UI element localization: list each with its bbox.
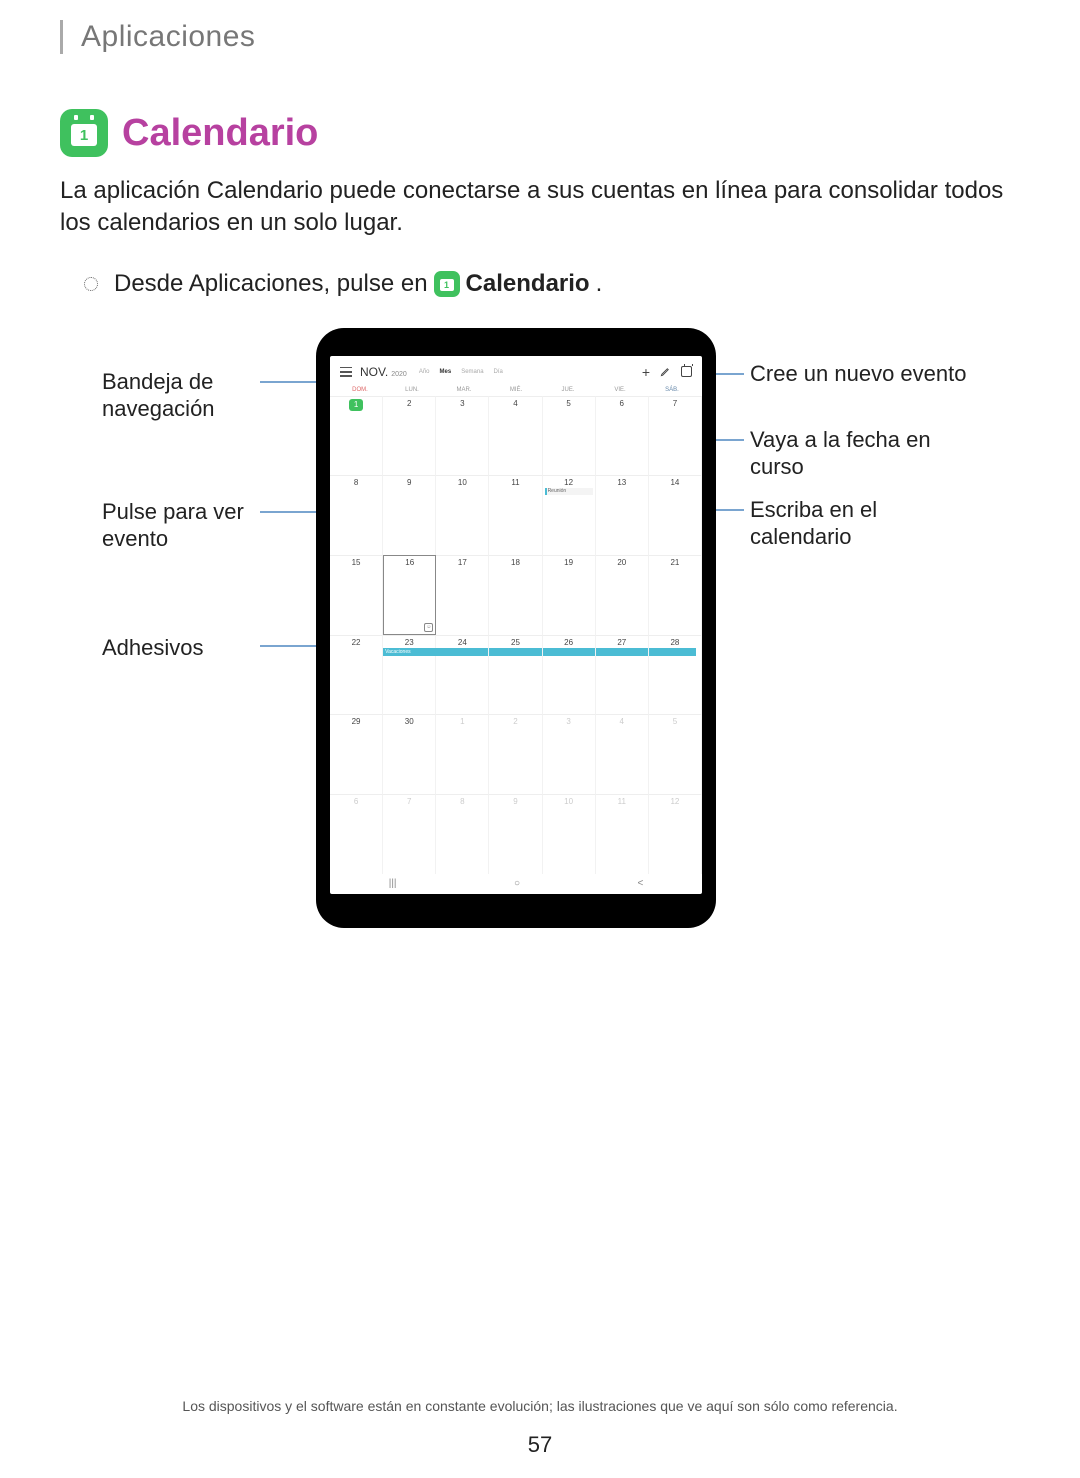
instruction-app: Calendario: [466, 270, 590, 298]
app-heading: 1 Calendario: [60, 109, 1020, 157]
instruction-prefix: Desde Aplicaciones, pulse en: [114, 270, 428, 298]
plus-icon[interactable]: [642, 364, 650, 380]
callout-tap-event: Pulse para ver evento: [102, 498, 282, 553]
weekday-wed: MIÉ.: [490, 387, 542, 393]
day-cell[interactable]: 15: [330, 555, 383, 635]
section-title: Aplicaciones: [81, 20, 1020, 54]
calendar-grid: 1 2 3 4 5 6 7 8 9 10 11 12Reunión 13 14: [330, 396, 702, 874]
callout-write-calendar: Escriba en el calendario: [750, 496, 970, 551]
day-cell[interactable]: 9: [489, 794, 542, 874]
android-navbar: ||| ○ <: [330, 874, 702, 894]
instruction-line: Desde Aplicaciones, pulse en 1 Calendari…: [84, 270, 1020, 298]
section-header: Aplicaciones: [60, 20, 1020, 54]
tab-month[interactable]: Mes: [436, 368, 456, 376]
day-cell[interactable]: 3: [543, 714, 596, 794]
day-cell[interactable]: 18: [489, 555, 542, 635]
calendar-app-icon-small: 1: [434, 271, 460, 297]
day-cell[interactable]: 7: [383, 794, 436, 874]
day-cell[interactable]: 13: [596, 475, 649, 555]
tablet-screen: NOV. 2020 Año Mes Semana Día: [330, 356, 702, 894]
day-cell[interactable]: 26: [543, 635, 596, 715]
weekday-sun: DOM.: [334, 387, 386, 393]
instruction-suffix: .: [596, 270, 603, 298]
day-cell[interactable]: 25: [489, 635, 542, 715]
day-cell[interactable]: 23Vacaciones: [383, 635, 436, 715]
month-label[interactable]: NOV. 2020: [360, 365, 407, 379]
recent-apps-icon[interactable]: |||: [389, 878, 397, 889]
footnote: Los dispositivos y el software están en …: [60, 1398, 1020, 1414]
sticker-icon[interactable]: ☺: [424, 623, 433, 632]
calendar-toolbar: NOV. 2020 Año Mes Semana Día: [330, 356, 702, 384]
day-cell[interactable]: 19: [543, 555, 596, 635]
tab-year[interactable]: Año: [415, 368, 434, 376]
day-cell[interactable]: 20: [596, 555, 649, 635]
day-cell[interactable]: 10: [436, 475, 489, 555]
app-icon-badge: 1: [71, 124, 97, 146]
day-cell[interactable]: 29: [330, 714, 383, 794]
tab-day[interactable]: Día: [490, 368, 507, 376]
day-cell[interactable]: 6: [330, 794, 383, 874]
figure: Bandeja de navegación Pulse para ver eve…: [60, 338, 1020, 978]
view-tabs: Año Mes Semana Día: [415, 368, 507, 376]
bullet-icon: [84, 277, 98, 291]
event-pill[interactable]: Reunión: [545, 488, 593, 495]
calendar-app-icon: 1: [60, 109, 108, 157]
day-cell[interactable]: 17: [436, 555, 489, 635]
day-cell[interactable]: 22: [330, 635, 383, 715]
app-name: Calendario: [122, 112, 318, 155]
day-cell[interactable]: 30: [383, 714, 436, 794]
tab-week[interactable]: Semana: [457, 368, 487, 376]
day-cell[interactable]: 2: [489, 714, 542, 794]
day-cell[interactable]: 5: [543, 396, 596, 476]
weekday-mon: LUN.: [386, 387, 438, 393]
day-cell[interactable]: 11: [596, 794, 649, 874]
day-cell[interactable]: 8: [330, 475, 383, 555]
tablet-mock: NOV. 2020 Año Mes Semana Día: [316, 328, 716, 928]
day-cell[interactable]: 2: [383, 396, 436, 476]
weekday-fri: VIE.: [594, 387, 646, 393]
day-cell[interactable]: 11: [489, 475, 542, 555]
back-icon[interactable]: <: [637, 878, 643, 889]
day-cell[interactable]: 28: [649, 635, 702, 715]
pencil-icon[interactable]: [660, 366, 671, 377]
callout-create-event: Cree un nuevo evento: [750, 360, 970, 388]
day-cell[interactable]: 7: [649, 396, 702, 476]
day-cell[interactable]: 9: [383, 475, 436, 555]
app-intro: La aplicación Calendario puede conectars…: [60, 175, 1020, 240]
day-cell[interactable]: 8: [436, 794, 489, 874]
day-cell[interactable]: 1: [330, 396, 383, 476]
callout-goto-today: Vaya a la fecha en curso: [750, 426, 970, 481]
day-cell[interactable]: 4: [596, 714, 649, 794]
page-number: 57: [60, 1432, 1020, 1458]
day-cell[interactable]: 3: [436, 396, 489, 476]
day-cell-event[interactable]: 12Reunión: [543, 475, 596, 555]
hamburger-icon[interactable]: [340, 367, 352, 377]
day-cell[interactable]: 14: [649, 475, 702, 555]
day-cell[interactable]: 21: [649, 555, 702, 635]
today-icon[interactable]: [681, 366, 692, 377]
day-cell[interactable]: 10: [543, 794, 596, 874]
day-cell[interactable]: 27: [596, 635, 649, 715]
day-cell[interactable]: 24: [436, 635, 489, 715]
callout-nav-drawer: Bandeja de navegación: [102, 368, 282, 423]
day-cell[interactable]: 6: [596, 396, 649, 476]
day-cell[interactable]: 12: [649, 794, 702, 874]
callout-stickers: Adhesivos: [102, 634, 282, 662]
home-icon[interactable]: ○: [514, 878, 520, 889]
day-cell[interactable]: 4: [489, 396, 542, 476]
weekday-thu: JUE.: [542, 387, 594, 393]
weekday-header: DOM. LUN. MAR. MIÉ. JUE. VIE. SÁB.: [330, 384, 702, 396]
weekday-sat: SÁB.: [646, 387, 698, 393]
day-cell[interactable]: 1: [436, 714, 489, 794]
day-cell-selected[interactable]: 16☺: [383, 555, 436, 635]
day-cell[interactable]: 5: [649, 714, 702, 794]
weekday-tue: MAR.: [438, 387, 490, 393]
